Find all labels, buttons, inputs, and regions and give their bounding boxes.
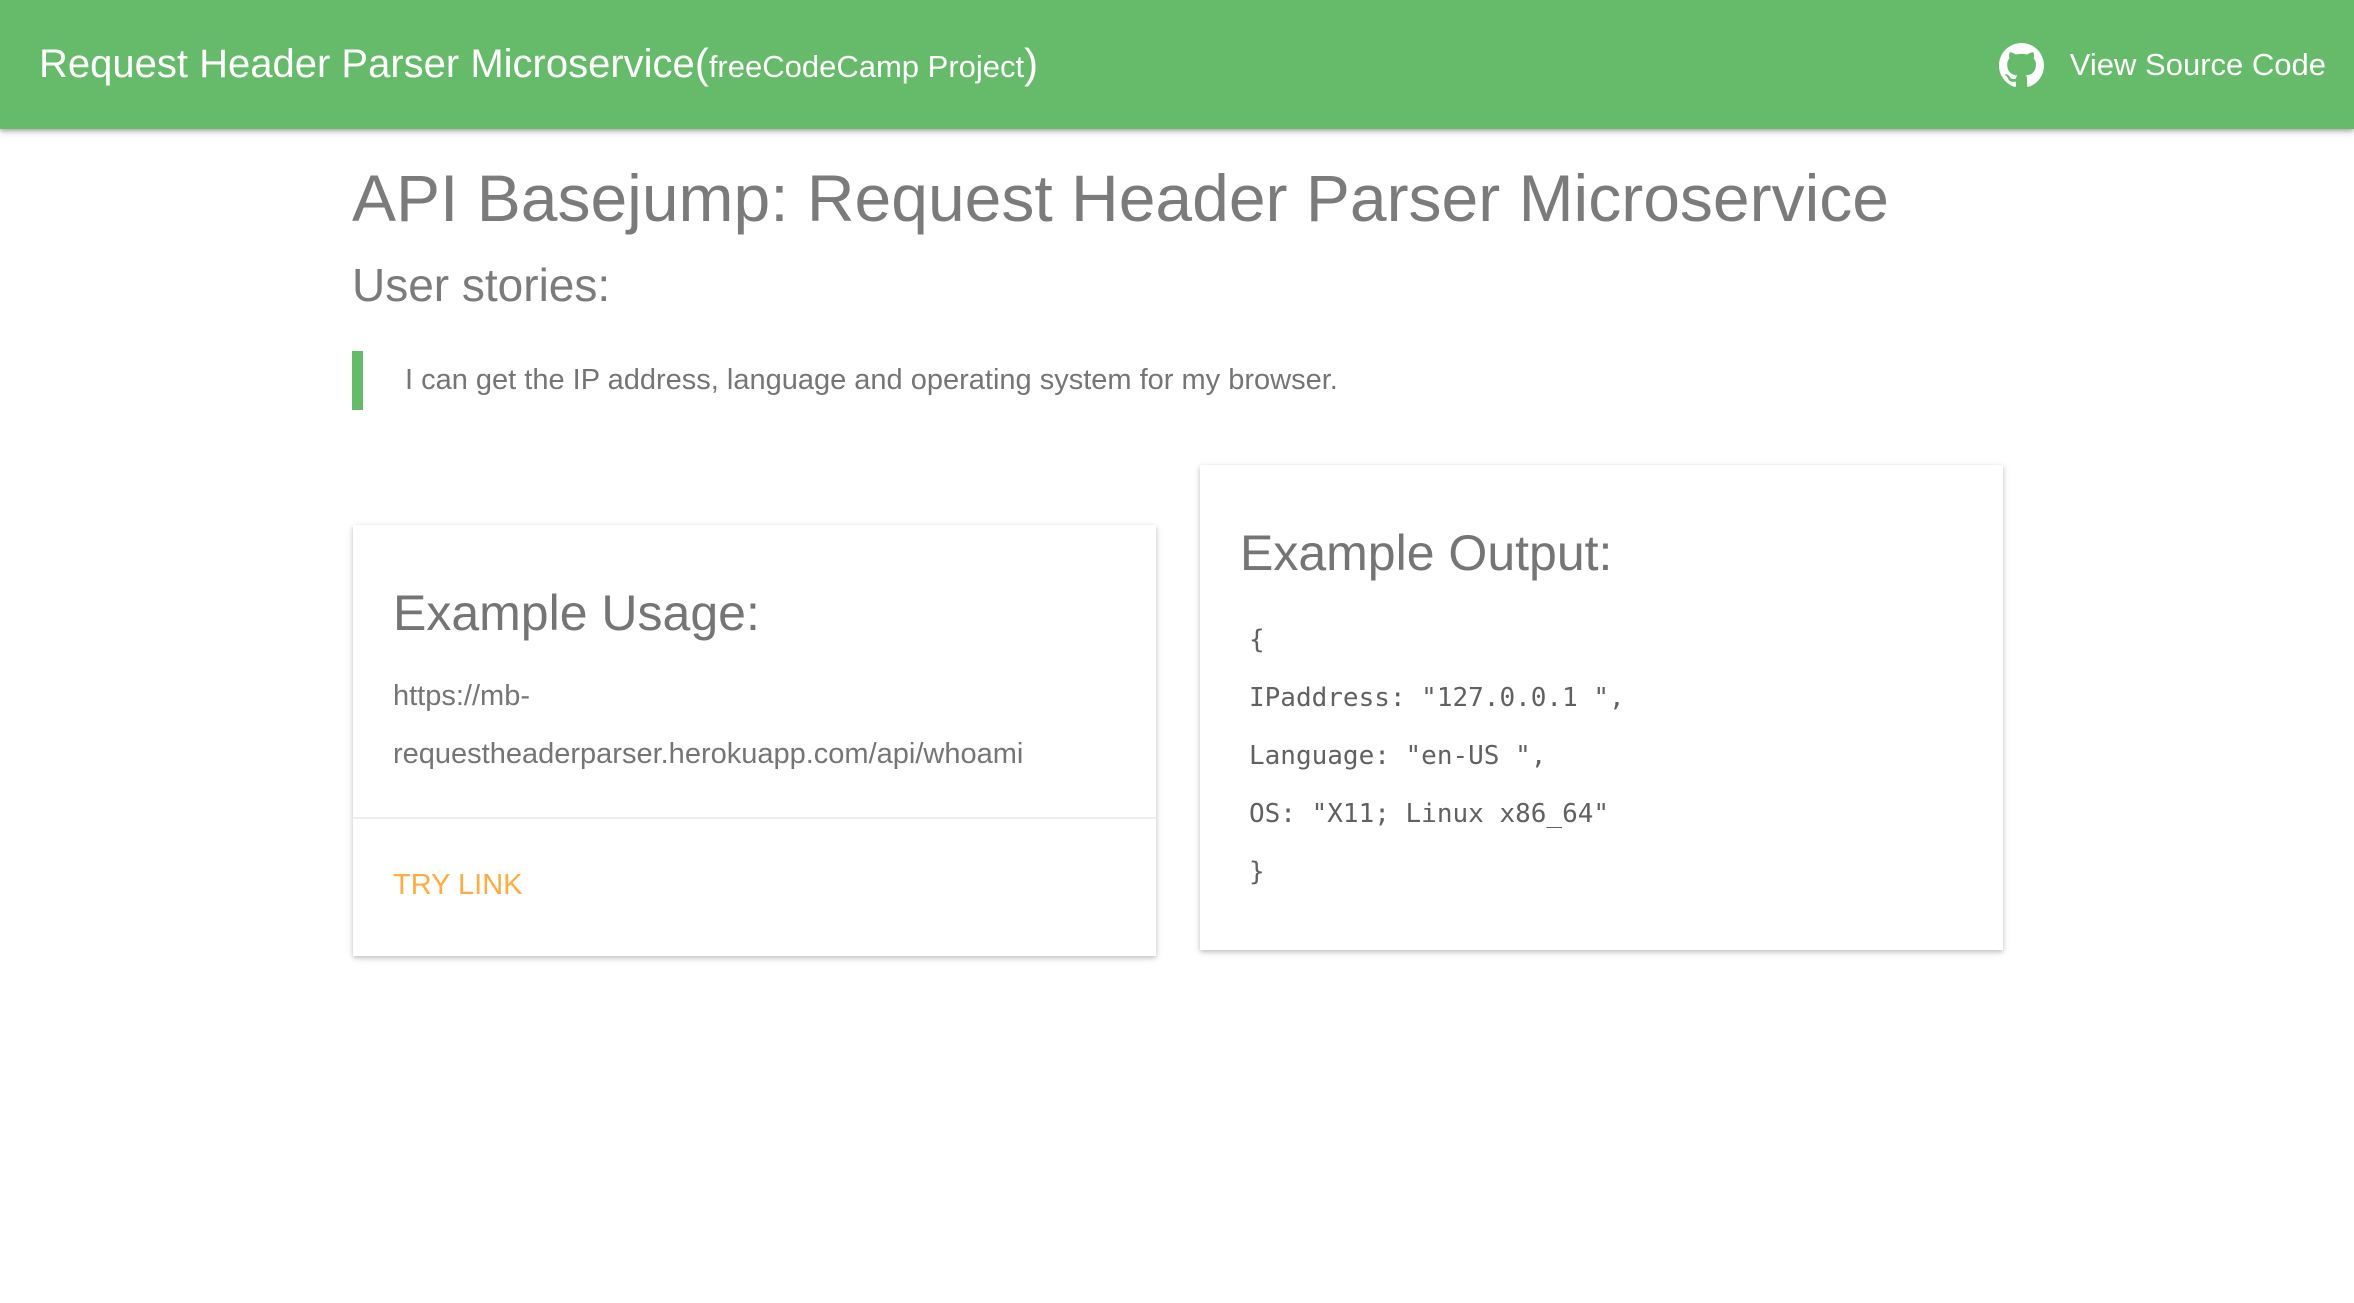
brand-subtitle: freeCodeCamp Project [708,49,1025,84]
example-usage-url-line: requestheaderparser.herokuapp.com/api/wh… [393,738,1024,770]
output-line: { [1249,625,1265,655]
brand-close-paren: ) [1024,40,1039,87]
example-usage-title: Example Usage: [393,585,760,641]
view-source-label: View Source Code [2069,47,2326,82]
output-line: IPaddress: "127.0.0.1 ", [1249,683,1625,713]
page-title: API Basejump: Request Header Parser Micr… [352,161,1889,235]
example-output-card: Example Output: { IPaddress: "127.0.0.1 "… [1200,465,2003,950]
user-story-text: I can get the IP address, language and o… [405,364,1338,396]
example-usage-url: https://mb- requestheaderparser.herokuap… [393,667,1093,783]
output-line: Language: "en-US ", [1249,741,1547,771]
user-stories-heading: User stories: [352,259,611,311]
example-usage-url-line: https://mb- [393,680,530,712]
view-source-link[interactable]: View Source Code [1998,40,2326,90]
brand-title: Request Header Parser Microservice [39,41,695,86]
output-line: OS: "X11; Linux x86_64" [1249,799,1610,829]
output-line: } [1249,857,1265,887]
try-link-button[interactable]: TRY LINK [393,869,522,902]
github-icon [1998,42,2044,87]
example-output-code: { IPaddress: "127.0.0.1 ", Language: "en-U… [1249,611,1625,901]
example-usage-card: Example Usage: https://mb- requestheader… [353,525,1156,956]
brand-open-paren: ( [694,40,709,87]
navbar: Request Header Parser Microservice(freeC… [0,0,2354,129]
user-story-quote: I can get the IP address, language and o… [352,351,1338,410]
card-divider [353,817,1156,819]
brand-link[interactable]: Request Header Parser Microservice(freeC… [39,36,1038,92]
example-output-title: Example Output: [1240,525,1613,581]
